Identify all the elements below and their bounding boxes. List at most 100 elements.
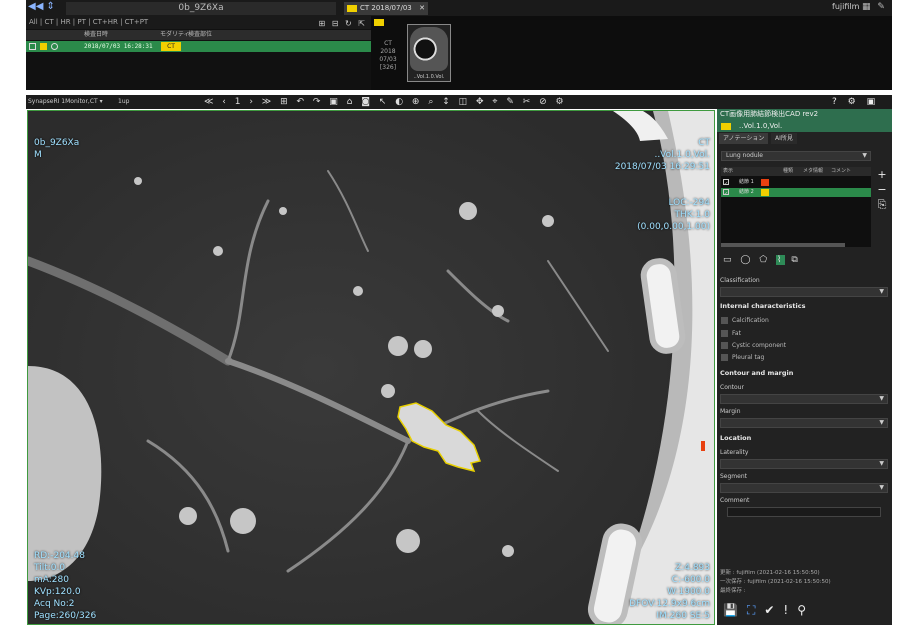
chevron-down-icon: ▼: [862, 152, 867, 159]
header-bodypart: 検査部位: [188, 31, 213, 38]
navigation-arrows-icon[interactable]: ◀◀ ⇕: [28, 1, 55, 12]
modality-filter-bar[interactable]: All | CT | HR | PT | CT+HR | CT+PT ⊞ ⊟ ↻…: [26, 16, 371, 29]
location-heading: Location: [720, 434, 752, 442]
cad-tabs: アノテーション AI所見: [717, 133, 892, 144]
remove-icon[interactable]: −: [875, 182, 889, 197]
window-controls-icon[interactable]: ▦ ✎: [862, 2, 887, 12]
ellipse-icon[interactable]: ◯: [740, 255, 753, 265]
classification-label: Classification: [720, 277, 760, 284]
margin-select[interactable]: ▼: [720, 418, 888, 428]
nodule-type-value: Lung nodule: [726, 152, 764, 159]
overlay-patient-id: 0b_9Z6Xa: [34, 138, 80, 148]
calcification-checkbox[interactable]: [721, 317, 728, 324]
nodule-type-select[interactable]: Lung nodule ▼: [721, 151, 871, 161]
nodule-color-swatch: [761, 179, 769, 186]
overlay-center: C:-600.0: [671, 575, 710, 585]
copy-shape-icon[interactable]: ⧉: [791, 255, 800, 265]
header-modality: モダリティ: [160, 31, 190, 38]
nodule-label: 結節 2: [739, 189, 754, 195]
nodule-visible-checkbox[interactable]: ✓: [723, 189, 729, 197]
ct-image-viewport[interactable]: 0b_9Z6Xa M CT ..Vol.1.0,Vol. 2018/07/03 …: [27, 110, 715, 625]
user-name: fujifilm: [832, 2, 860, 11]
close-icon[interactable]: ✕: [419, 2, 425, 15]
segment-label: Segment: [720, 473, 747, 480]
contour-label: Contour: [720, 384, 744, 391]
fit-icon[interactable]: ⛶: [747, 603, 764, 617]
nodule-label: 結節 1: [739, 179, 754, 185]
cad-action-bar: 💾⛶✔!⚲: [723, 603, 815, 618]
row-status-icon: [51, 43, 58, 50]
alert-icon[interactable]: !: [783, 603, 797, 617]
table-scrollbar[interactable]: [721, 243, 845, 247]
chevron-down-icon: ▼: [879, 484, 884, 491]
search-icon[interactable]: ⚲: [797, 603, 815, 617]
study-tab-label: CT 2018/07/03: [360, 4, 412, 12]
cad-series: ..Vol.1.0,Vol.: [717, 120, 892, 132]
cystic-checkbox[interactable]: [721, 342, 728, 349]
col-display: 表示: [723, 168, 734, 174]
add-icon[interactable]: +: [875, 167, 889, 182]
comment-input[interactable]: [727, 507, 881, 517]
nodule-side-buttons: + − ⎘: [875, 167, 889, 212]
segment-select[interactable]: ▼: [720, 483, 888, 493]
laterality-label: Laterality: [720, 449, 749, 456]
list-tools-icon[interactable]: ⊞ ⊟ ↻ ⇱: [319, 17, 367, 30]
freehand-icon[interactable]: ⌇: [776, 255, 786, 265]
contour-margin-heading: Contour and margin: [720, 369, 794, 377]
nodule-table-header: 表示 種類 メタ情報 コメント: [721, 167, 871, 176]
laterality-select[interactable]: ▼: [720, 459, 888, 469]
col-meta: メタ情報: [803, 168, 824, 174]
overlay-dfov: DFOV:12.9x9.6cm: [629, 599, 710, 609]
col-type: 種類: [783, 168, 794, 174]
cad-save-info: 更新 : fujifilm (2021-02-16 15:50:50) 一次保存…: [720, 569, 831, 596]
overlay-orientation: (0.00,0.00,1.00): [637, 222, 710, 232]
study-row[interactable]: 2018/07/03 16:28:31 CT: [26, 41, 371, 52]
series-date: 07/03: [379, 56, 397, 63]
viewer-toolbar: SynapseRI 1Monitor,CT ▾ 1up ≪ ‹ 1 › ≫ ⊞ …: [26, 95, 892, 121]
tab-ai-findings[interactable]: AI所見: [771, 133, 797, 144]
nodule-row-selected[interactable]: ✓ 結節 2: [721, 188, 871, 197]
nodule-visible-checkbox[interactable]: ✓: [723, 179, 729, 187]
patient-tab[interactable]: 0b_9Z6Xa: [66, 2, 336, 15]
modality-filters[interactable]: All | CT | HR | PT | CT+HR | CT+PT: [29, 18, 148, 26]
overlay-tilt: Tilt:0.0: [34, 563, 66, 573]
polygon-icon[interactable]: ⬠: [759, 255, 770, 265]
series-thumbnail[interactable]: ..Vol.1.0.Vol.: [407, 24, 451, 82]
overlay-modality: CT: [698, 138, 710, 148]
chevron-down-icon: ▼: [879, 288, 884, 295]
rectangle-icon[interactable]: ▭: [723, 255, 735, 265]
tab-annotation[interactable]: アノテーション: [719, 133, 769, 144]
row-color-tag: [40, 43, 47, 50]
overlay-series: ..Vol.1.0,Vol.: [654, 150, 710, 160]
overlay-datetime: 2018/07/03 16:29:51: [614, 162, 710, 172]
fat-checkbox[interactable]: [721, 330, 728, 337]
updated-info: 更新 : fujifilm (2021-02-16 15:50:50): [720, 570, 820, 576]
fat-label: Fat: [732, 330, 741, 337]
overlay-blank-3: [615, 173, 710, 185]
row-checkbox[interactable]: [29, 43, 36, 50]
viewer-tools-icon[interactable]: ≪ ‹ 1 › ≫ ⊞ ↶ ↷ ▣ ⌂ ◙ ↖ ◐ ⊕ ⌕ ↕ ◫ ✥ ⌖ ✎ …: [204, 95, 567, 109]
cad-series-label: ..Vol.1.0,Vol.: [739, 122, 783, 130]
chevron-down-icon: ▼: [879, 419, 884, 426]
nodule-row[interactable]: ✓ 結節 1: [721, 178, 871, 187]
chevron-down-icon: ▼: [879, 460, 884, 467]
thumbnail-image: [410, 27, 448, 71]
confirm-icon[interactable]: ✔: [764, 603, 783, 617]
series-info: CT 2018 07/03 [326]: [374, 40, 402, 72]
series-modality: CT: [384, 40, 392, 47]
calcification-label: Calcification: [732, 317, 769, 324]
overlay-sex: M: [34, 150, 42, 160]
classification-select[interactable]: ▼: [720, 287, 888, 297]
contour-select[interactable]: ▼: [720, 394, 888, 404]
study-list-header: 検査日時 モダリティ 検査部位: [26, 30, 371, 40]
pleural-tag-checkbox[interactable]: [721, 354, 728, 361]
save-icon[interactable]: 💾: [723, 603, 747, 617]
study-tab[interactable]: CT 2018/07/03 ✕: [344, 2, 428, 15]
layout-select[interactable]: SynapseRI 1Monitor,CT ▾: [28, 97, 114, 107]
series-year: 2018: [380, 48, 396, 55]
overlay-top-right: CT ..Vol.1.0,Vol. 2018/07/03 16:29:51 LO…: [615, 137, 710, 233]
cad-series-tag: [721, 123, 731, 130]
header-datetime: 検査日時: [84, 31, 109, 38]
copy-icon[interactable]: ⎘: [875, 197, 889, 212]
grid-select[interactable]: 1up: [118, 97, 138, 107]
